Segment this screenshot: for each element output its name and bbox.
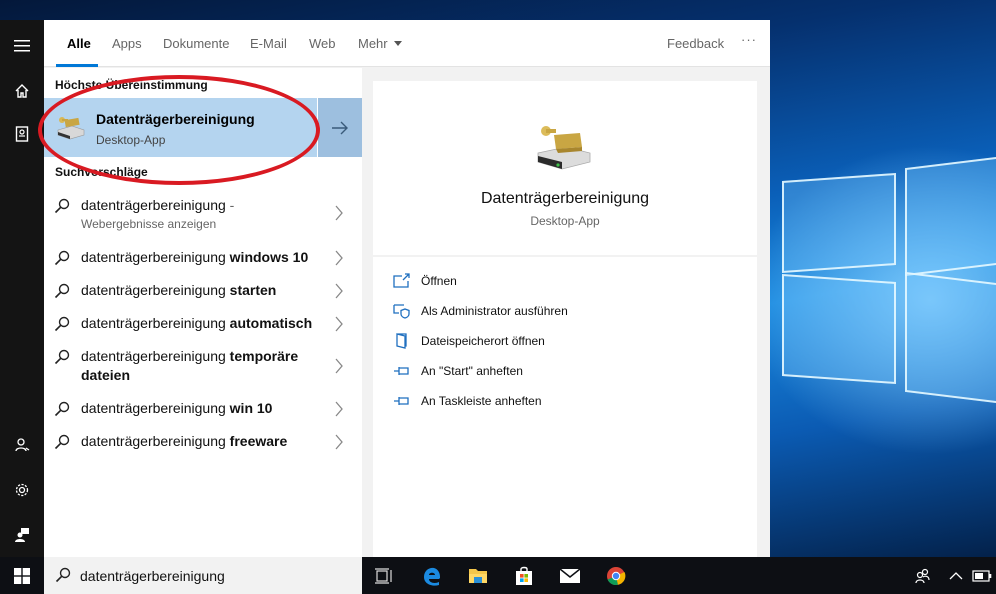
chevron-right-icon <box>335 283 343 299</box>
chevron-right-icon <box>335 401 343 417</box>
search-icon <box>54 316 70 332</box>
results-list: Höchste Übereinstimmung Datenträgerberei… <box>44 68 362 557</box>
tab-mehr-label: Mehr <box>358 36 388 51</box>
action-label: Als Administrator ausführen <box>421 304 568 318</box>
suggestion-item[interactable]: datenträgerbereinigung windows 10 <box>44 248 362 268</box>
app-actions-list: Öffnen Als Administrator ausführen Datei… <box>373 257 757 557</box>
people-icon[interactable] <box>911 564 935 588</box>
start-left-rail <box>0 20 44 557</box>
best-match-result[interactable]: Datenträgerbereinigung Desktop-App <box>44 98 317 157</box>
suggestion-text: datenträgerbereinigung win 10 <box>81 400 273 416</box>
suggestion-item[interactable]: datenträgerbereinigung starten <box>44 281 362 301</box>
disk-cleanup-app-icon <box>537 126 591 170</box>
wallpaper-window-pane <box>905 155 996 277</box>
home-icon[interactable] <box>0 73 44 109</box>
tab-web[interactable]: Web <box>309 36 336 51</box>
caret-down-icon <box>393 41 402 46</box>
suggestion-text: datenträgerbereinigung - <box>81 197 235 213</box>
user-account-icon[interactable] <box>0 427 44 463</box>
chevron-right-icon <box>335 434 343 450</box>
suggestion-item[interactable]: datenträgerbereinigung temporäre dateien <box>44 347 362 385</box>
show-hidden-icons-chevron-up-icon[interactable] <box>944 564 968 588</box>
pin-icon <box>394 367 409 375</box>
mail-icon[interactable] <box>558 564 582 588</box>
task-view-icon[interactable] <box>372 564 396 588</box>
action-label: Öffnen <box>421 274 457 288</box>
file-location-icon <box>396 333 407 349</box>
notebook-icon[interactable] <box>0 116 44 152</box>
search-tab-bar: Alle Apps Dokumente E-Mail Web Mehr Feed… <box>44 20 770 67</box>
app-detail-card: Datenträgerbereinigung Desktop-App <box>373 81 757 255</box>
more-options-icon[interactable]: ··· <box>741 32 757 47</box>
action-label: An "Start" anheften <box>421 364 523 378</box>
search-icon <box>54 349 70 365</box>
edge-browser-icon[interactable] <box>420 564 444 588</box>
suggestion-text: datenträgerbereinigung windows 10 <box>81 249 309 265</box>
search-icon <box>54 198 70 214</box>
suggestion-text: datenträgerbereinigung freeware <box>81 433 288 449</box>
action-label: An Taskleiste anheften <box>421 394 542 408</box>
search-icon <box>54 250 70 266</box>
chevron-right-icon <box>335 316 343 332</box>
wallpaper-window-pane <box>782 173 896 273</box>
store-icon[interactable] <box>512 564 536 588</box>
wallpaper-window-pane <box>905 271 996 405</box>
hamburger-menu-icon[interactable] <box>0 28 44 64</box>
chevron-right-icon <box>335 250 343 266</box>
chevron-right-icon <box>335 205 343 221</box>
file-explorer-icon[interactable] <box>466 564 490 588</box>
suggestion-text: datenträgerbereinigung temporäre dateien <box>81 348 299 383</box>
suggestion-item[interactable]: datenträgerbereinigung win 10 <box>44 399 362 419</box>
suggestions-heading: Suchvorschläge <box>55 165 148 179</box>
tab-alle[interactable]: Alle <box>67 36 91 51</box>
search-icon <box>55 567 71 583</box>
search-icon <box>54 283 70 299</box>
feedback-link[interactable]: Feedback <box>667 36 724 51</box>
suggestion-item[interactable]: datenträgerbereinigung automatisch <box>44 314 362 334</box>
settings-gear-icon[interactable] <box>0 472 44 508</box>
chevron-right-icon <box>335 358 343 374</box>
pin-icon <box>394 397 409 405</box>
taskbar <box>0 557 996 594</box>
search-icon <box>54 434 70 450</box>
best-match-type: Desktop-App <box>96 133 166 147</box>
suggestion-subtext: Webergebnisse anzeigen <box>81 217 217 231</box>
suggestion-item[interactable]: datenträgerbereinigung - Webergebnisse a… <box>44 196 362 232</box>
best-match-name: Datenträgerbereinigung <box>96 111 255 127</box>
detail-app-type: Desktop-App <box>530 214 600 228</box>
detail-app-name: Datenträgerbereinigung <box>480 190 650 207</box>
tab-apps[interactable]: Apps <box>112 36 142 51</box>
feedback-hub-icon[interactable] <box>0 517 44 553</box>
taskbar-search-box[interactable] <box>44 557 362 594</box>
suggestion-text: datenträgerbereinigung automatisch <box>81 315 313 331</box>
admin-shield-icon <box>393 304 410 319</box>
action-label: Dateispeicherort öffnen <box>421 334 545 348</box>
open-icon <box>393 273 410 288</box>
suggestion-item[interactable]: datenträgerbereinigung freeware <box>44 432 362 452</box>
open-detail-arrow-icon[interactable] <box>318 98 362 157</box>
battery-icon[interactable] <box>970 564 994 588</box>
tab-email[interactable]: E-Mail <box>250 36 287 51</box>
active-tab-indicator <box>56 64 98 67</box>
disk-cleanup-app-icon <box>57 117 85 140</box>
wallpaper-window-pane <box>782 274 896 384</box>
search-panel: Alle Apps Dokumente E-Mail Web Mehr Feed… <box>44 20 770 557</box>
search-icon <box>54 401 70 417</box>
suggestion-text: datenträgerbereinigung starten <box>81 282 277 298</box>
tab-mehr[interactable]: Mehr <box>358 36 402 51</box>
tab-dokumente[interactable]: Dokumente <box>163 36 229 51</box>
chrome-browser-icon[interactable] <box>604 564 628 588</box>
windows-start-icon[interactable] <box>0 557 44 594</box>
search-input[interactable] <box>80 566 350 586</box>
best-match-heading: Höchste Übereinstimmung <box>55 78 208 92</box>
